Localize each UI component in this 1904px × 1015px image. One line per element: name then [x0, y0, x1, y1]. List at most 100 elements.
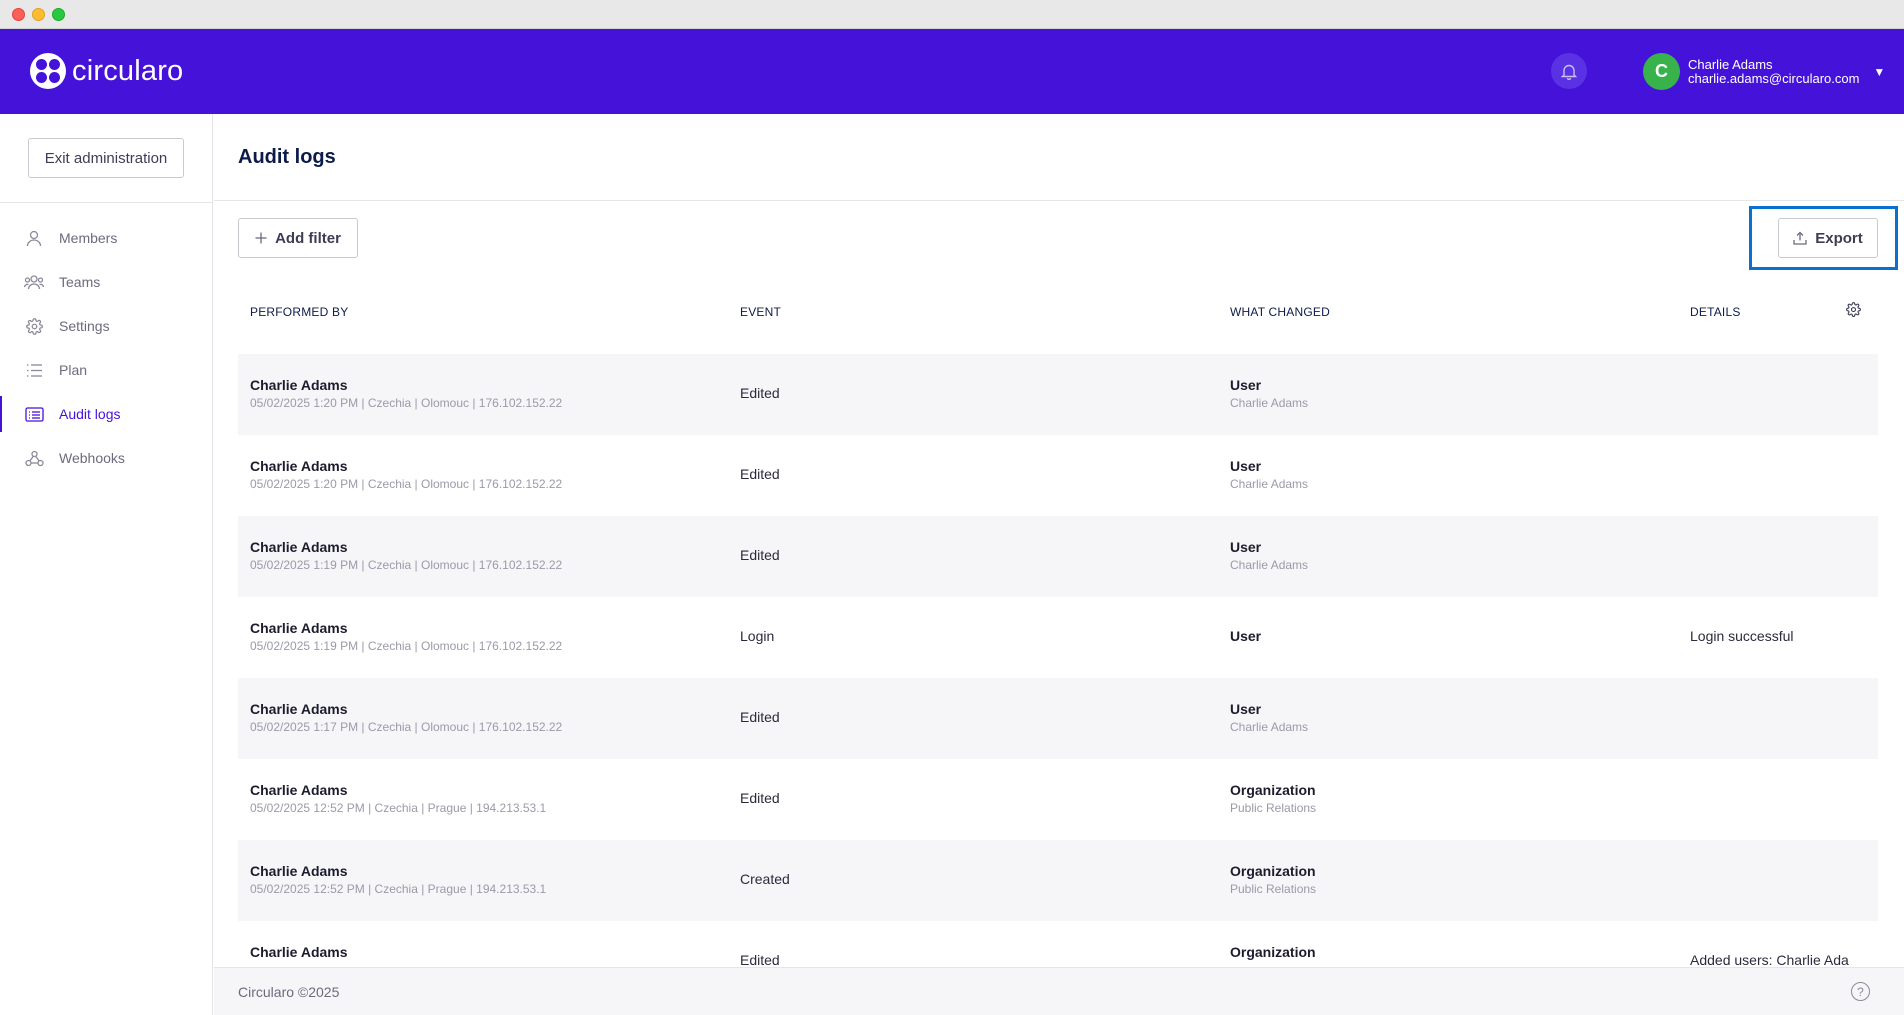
gear-icon [24, 316, 44, 336]
table-row[interactable]: Charlie Adams 05/02/2025 1:19 PM | Czechi… [238, 516, 1878, 597]
details-cell: Login successful [1690, 628, 1794, 644]
top-bar: circularo C Charlie Adams charlie.adams@… [0, 29, 1904, 114]
sidebar-item-plan[interactable]: Plan [0, 348, 213, 392]
notifications-button[interactable] [1551, 53, 1587, 89]
table-header: PERFORMED BY EVENT WHAT CHANGED DETAILS [238, 292, 1878, 332]
logo[interactable]: circularo [30, 53, 183, 89]
changed-target: Charlie Adams [1230, 477, 1309, 491]
table-row[interactable]: Charlie Adams Edited Organization Added … [238, 921, 1878, 967]
performer-name: Charlie Adams [250, 539, 348, 555]
changed-type: User [1230, 701, 1262, 717]
event-cell: Edited [740, 385, 780, 401]
list-icon [24, 360, 44, 380]
footer: Circularo ©2025 ? [214, 967, 1904, 1015]
event-cell: Edited [740, 466, 780, 482]
column-header-performed-by[interactable]: PERFORMED BY [250, 305, 348, 319]
performer-meta: 05/02/2025 1:19 PM | Czechia | Olomouc |… [250, 558, 563, 572]
performer-meta: 05/02/2025 1:17 PM | Czechia | Olomouc |… [250, 720, 563, 734]
user-name: Charlie Adams [1688, 56, 1773, 72]
team-icon [24, 272, 44, 292]
changed-target: Public Relations [1230, 882, 1317, 896]
minimize-window-button[interactable] [32, 8, 45, 21]
add-filter-label: Add filter [275, 229, 341, 247]
changed-type: User [1230, 458, 1262, 474]
performer-meta: 05/02/2025 12:52 PM | Czechia | Prague |… [250, 882, 547, 896]
circularo-logo-icon [30, 53, 66, 89]
divider [214, 200, 1904, 201]
sidebar-item-teams[interactable]: Teams [0, 260, 213, 304]
caret-down-icon: ▼ [1873, 64, 1886, 79]
sidebar-item-settings[interactable]: Settings [0, 304, 213, 348]
user-menu[interactable]: C Charlie Adams charlie.adams@circularo.… [1643, 53, 1885, 90]
table-row[interactable]: Charlie Adams 05/02/2025 12:52 PM | Czech… [238, 840, 1878, 921]
performer-name: Charlie Adams [250, 863, 348, 879]
plus-icon [255, 232, 267, 244]
column-header-details[interactable]: DETAILS [1690, 305, 1741, 319]
performer-meta: 05/02/2025 12:52 PM | Czechia | Prague |… [250, 801, 547, 815]
column-header-what-changed[interactable]: WHAT CHANGED [1230, 305, 1330, 319]
avatar: C [1643, 53, 1680, 90]
close-window-button[interactable] [12, 8, 25, 21]
changed-target: Charlie Adams [1230, 558, 1309, 572]
event-cell: Edited [740, 709, 780, 725]
sidebar-item-label: Members [59, 230, 118, 246]
sidebar-item-label: Audit logs [59, 406, 121, 422]
logo-text: circularo [72, 54, 184, 87]
changed-type: User [1230, 628, 1262, 644]
maximize-window-button[interactable] [52, 8, 65, 21]
divider [0, 202, 213, 203]
table-row[interactable]: Charlie Adams 05/02/2025 1:20 PM | Czechi… [238, 354, 1878, 435]
changed-type: User [1230, 377, 1262, 393]
sidebar-item-audit-logs[interactable]: Audit logs [0, 392, 213, 436]
performer-name: Charlie Adams [250, 782, 348, 798]
table-row[interactable]: Charlie Adams 05/02/2025 1:17 PM | Czechi… [238, 678, 1878, 759]
help-icon[interactable]: ? [1851, 982, 1870, 1001]
changed-type: User [1230, 539, 1262, 555]
changed-type: Organization [1230, 944, 1316, 960]
event-cell: Edited [740, 952, 780, 967]
table-row[interactable]: Charlie Adams 05/02/2025 1:19 PM | Czechi… [238, 597, 1878, 678]
performer-meta: 05/02/2025 1:20 PM | Czechia | Olomouc |… [250, 477, 563, 491]
add-filter-button[interactable]: Add filter [238, 218, 358, 258]
sidebar-item-label: Webhooks [59, 450, 125, 466]
performer-name: Charlie Adams [250, 620, 348, 636]
user-email: charlie.adams@circularo.com [1688, 70, 1860, 86]
sidebar-nav: Members Teams Settings Plan Audit logs W… [0, 216, 213, 480]
main-content: Audit logs Add filter Export PERFORMED B… [214, 114, 1904, 1015]
changed-target: Charlie Adams [1230, 720, 1309, 734]
changed-type: Organization [1230, 863, 1316, 879]
sidebar: Exit administration Members Teams Settin… [0, 114, 213, 1015]
performer-name: Charlie Adams [250, 701, 348, 717]
copyright-text: Circularo ©2025 [238, 984, 340, 1000]
audit-log-table: Charlie Adams 05/02/2025 1:20 PM | Czechi… [238, 354, 1878, 967]
changed-target: Public Relations [1230, 801, 1317, 815]
sidebar-item-label: Settings [59, 318, 110, 334]
event-cell: Login [740, 628, 775, 644]
column-settings-gear-icon[interactable] [1846, 302, 1861, 320]
table-row[interactable]: Charlie Adams 05/02/2025 1:20 PM | Czechi… [238, 435, 1878, 516]
log-icon [24, 404, 44, 424]
column-header-event[interactable]: EVENT [740, 305, 781, 319]
changed-type: Organization [1230, 782, 1316, 798]
performer-name: Charlie Adams [250, 377, 348, 393]
export-button[interactable]: Export [1778, 218, 1878, 258]
user-icon [24, 228, 44, 248]
webhook-icon [24, 448, 44, 468]
performer-name: Charlie Adams [250, 944, 348, 960]
sidebar-item-members[interactable]: Members [0, 216, 213, 260]
exit-administration-button[interactable]: Exit administration [28, 138, 184, 178]
upload-icon [1793, 231, 1807, 245]
page-title: Audit logs [238, 146, 336, 168]
sidebar-item-webhooks[interactable]: Webhooks [0, 436, 213, 480]
bell-icon [1561, 64, 1577, 80]
performer-meta: 05/02/2025 1:19 PM | Czechia | Olomouc |… [250, 639, 563, 653]
performer-meta: 05/02/2025 1:20 PM | Czechia | Olomouc |… [250, 396, 563, 410]
sidebar-item-label: Teams [59, 274, 101, 290]
table-row[interactable]: Charlie Adams 05/02/2025 12:52 PM | Czech… [238, 759, 1878, 840]
export-label: Export [1815, 229, 1863, 247]
changed-target: Charlie Adams [1230, 396, 1309, 410]
app-window: circularo C Charlie Adams charlie.adams@… [0, 0, 1904, 1015]
details-cell: Added users: Charlie Ada [1690, 952, 1849, 967]
performer-name: Charlie Adams [250, 458, 348, 474]
window-titlebar [0, 0, 1904, 29]
